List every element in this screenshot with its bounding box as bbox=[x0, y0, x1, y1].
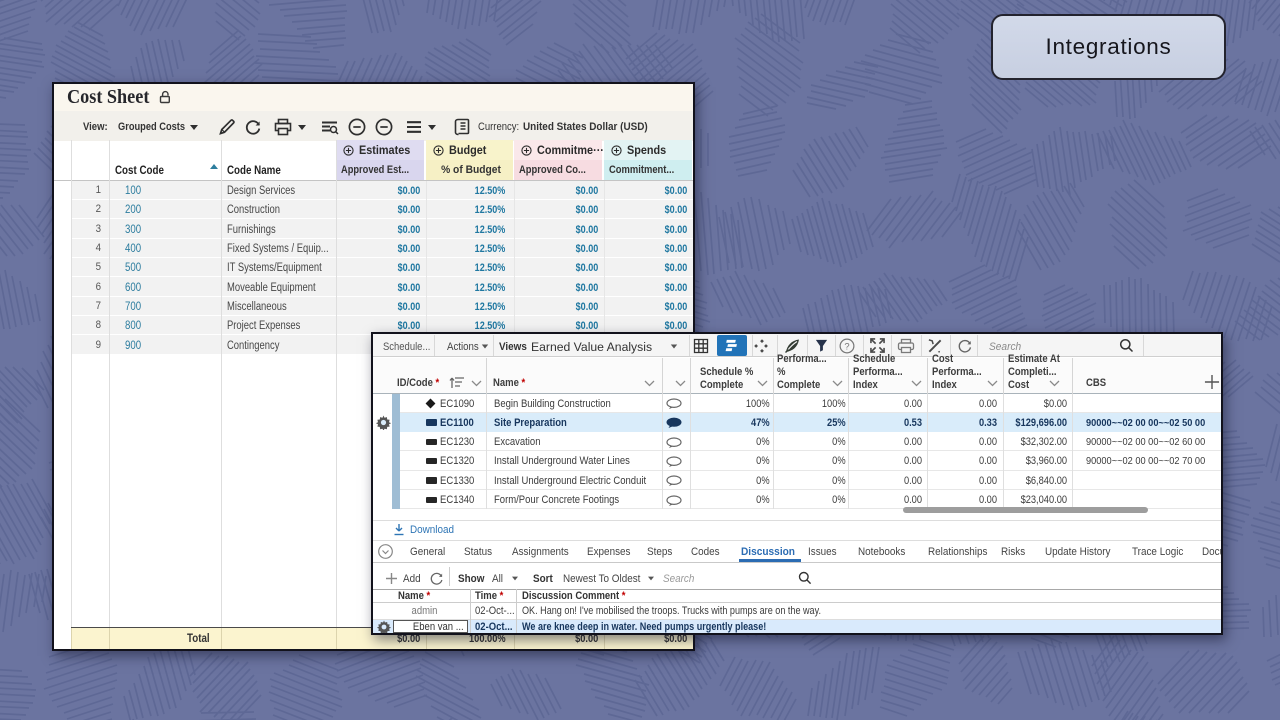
svg-text:?: ? bbox=[844, 340, 849, 351]
